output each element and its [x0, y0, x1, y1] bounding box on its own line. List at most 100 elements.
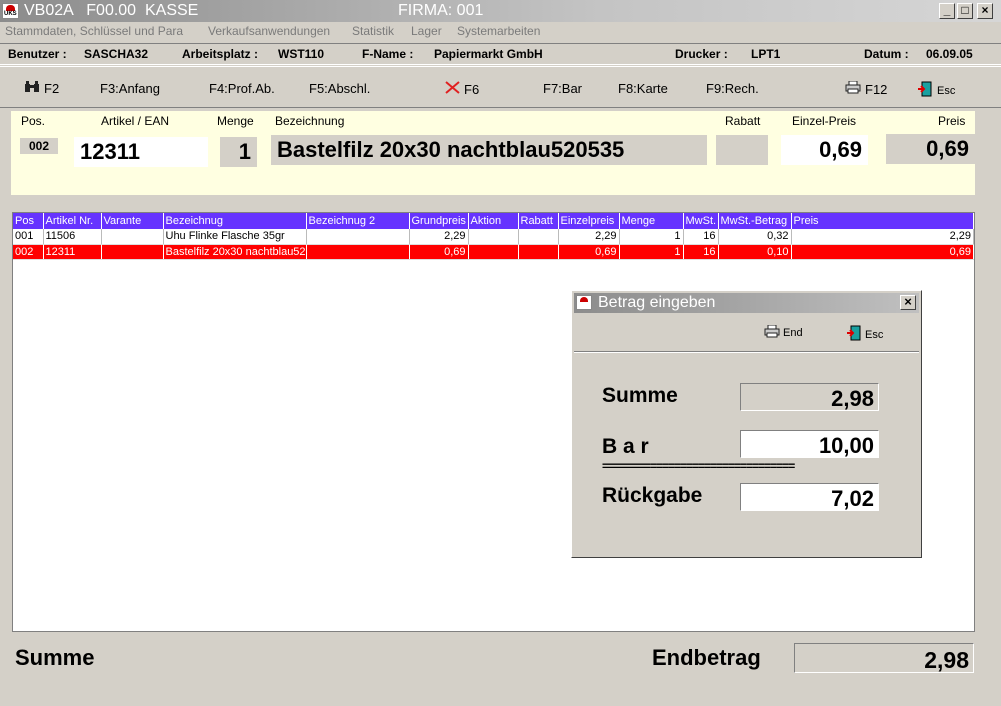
cell	[306, 244, 410, 260]
minimize-button[interactable]: _	[939, 3, 955, 19]
menu-stammdaten[interactable]: Stammdaten, Schlüssel und Para	[5, 24, 183, 38]
f12-label: F12	[865, 81, 888, 97]
col-mwst-betrag[interactable]: MwSt.-Betrag	[718, 213, 792, 229]
entry-panel: Pos. Artikel / EAN Menge Bezeichnung Rab…	[11, 111, 975, 195]
endbetrag-field: 2,98	[794, 643, 974, 673]
dialog-title-bar[interactable]: Betrag eingeben ×	[574, 293, 919, 313]
cell: 0,69	[791, 244, 974, 260]
cell: 11506	[43, 229, 102, 245]
maximize-button[interactable]: □	[957, 3, 973, 19]
cell: 1	[619, 229, 684, 245]
cell	[468, 244, 519, 260]
cell: 002	[13, 244, 44, 260]
col-preis[interactable]: Preis	[791, 213, 974, 229]
esc-label: Esc	[937, 84, 956, 97]
red-x-icon	[445, 81, 460, 97]
col-mwst[interactable]: MwSt.	[683, 213, 719, 229]
f8-karte-button[interactable]: F8:Karte	[618, 81, 668, 96]
exit-door-icon	[917, 81, 933, 100]
artikel-input[interactable]: 12311	[74, 137, 208, 167]
cell	[306, 229, 410, 245]
cell: 0,10	[718, 244, 792, 260]
menge-field[interactable]: 1	[220, 137, 257, 167]
col-bezeichnug[interactable]: Bezeichnug	[163, 213, 307, 229]
cell	[101, 229, 164, 245]
arbeitsplatz-value: WST110	[278, 47, 325, 61]
col-rabatt[interactable]: Rabatt	[518, 213, 559, 229]
binoculars-icon	[24, 81, 40, 96]
artikel-label: Artikel / EAN	[101, 114, 170, 128]
dialog-esc-label: Esc	[865, 328, 884, 341]
benutzer-label: Benutzer :	[8, 47, 67, 61]
f7-label: F7:Bar	[543, 81, 583, 96]
close-button[interactable]: ×	[977, 3, 993, 19]
f9-label: F9:Rech.	[706, 81, 759, 96]
f7-bar-button[interactable]: F7:Bar	[543, 81, 582, 96]
col-einzelpreis[interactable]: Einzelpreis	[558, 213, 620, 229]
menu-bar: Stammdaten, Schlüssel und Para Verkaufsa…	[0, 23, 1001, 41]
col-bezeichnug-2[interactable]: Bezeichnug 2	[306, 213, 410, 229]
f12-print-button[interactable]: F12	[845, 80, 888, 97]
pos-value: 002	[20, 138, 58, 154]
col-artikel-nr[interactable]: Artikel Nr.	[43, 213, 102, 229]
col-varante[interactable]: Varante	[101, 213, 164, 229]
firma-label: FIRMA: 001	[398, 2, 484, 19]
footer-summe-label: Summe	[15, 645, 95, 670]
dialog-end-button[interactable]: End	[764, 324, 803, 341]
f2-button[interactable]: F2	[24, 81, 59, 96]
rabatt-field[interactable]	[716, 135, 768, 165]
f5-label: F5:Abschl.	[309, 81, 371, 96]
grid-header: Pos Artikel Nr. Varante Bezeichnug Bezei…	[13, 213, 974, 229]
cell	[518, 229, 559, 245]
dialog-end-label: End	[783, 327, 803, 339]
table-row[interactable]: 001 11506 Uhu Flinke Flasche 35gr 2,29 2…	[13, 229, 974, 245]
printer-icon	[845, 80, 861, 97]
info-bar: Benutzer : SASCHA32 Arbeitsplatz : WST11…	[0, 43, 1001, 65]
col-grundpreis[interactable]: Grundpreis	[409, 213, 469, 229]
footer-endbetrag-label: Endbetrag	[652, 645, 761, 670]
f3-label: F3:Anfang	[100, 81, 160, 96]
pos-label: Pos.	[21, 114, 46, 128]
bar-input[interactable]: 10,00	[740, 430, 879, 458]
preis-label: Preis	[938, 114, 966, 128]
rueckgabe-field: 7,02	[740, 483, 879, 511]
preis-field: 0,69	[886, 134, 975, 164]
app-logo-icon	[2, 3, 19, 19]
f5-abschl-button[interactable]: F5:Abschl.	[309, 81, 370, 96]
f9-rech-button[interactable]: F9:Rech.	[706, 81, 759, 96]
f6-delete-button[interactable]: F6	[445, 81, 479, 97]
table-row-selected[interactable]: 002 12311 Bastelfilz 20x30 nachtblau52( …	[13, 244, 974, 260]
betrag-dialog: Betrag eingeben × End Esc Summe 2,98 B a…	[571, 290, 922, 558]
col-pos[interactable]: Pos	[13, 213, 44, 229]
rabatt-label: Rabatt	[725, 114, 761, 128]
cell: 2,29	[558, 229, 620, 245]
cell: 2,29	[409, 229, 469, 245]
window-title: VB02A F00.00 KASSE	[24, 2, 199, 19]
menu-lager[interactable]: Lager	[411, 24, 442, 38]
drucker-value: LPT1	[751, 47, 781, 61]
cell: 1	[619, 244, 684, 260]
menu-systemarbeiten[interactable]: Systemarbeiten	[457, 24, 540, 38]
esc-exit-button[interactable]: Esc	[917, 81, 955, 100]
f2-label: F2	[44, 81, 60, 96]
arbeitsplatz-label: Arbeitsplatz :	[182, 47, 259, 61]
f3-anfang-button[interactable]: F3:Anfang	[100, 81, 160, 96]
datum-value: 06.09.05	[926, 47, 973, 61]
menu-statistik[interactable]: Statistik	[352, 24, 394, 38]
cell: 2,29	[791, 229, 974, 245]
dialog-esc-button[interactable]: Esc	[846, 325, 883, 344]
fname-value: Papiermarkt GmbH	[434, 47, 543, 61]
dialog-rule: ================================	[602, 459, 795, 473]
cell: 0,69	[409, 244, 469, 260]
f4-prof-ab-button[interactable]: F4:Prof.Ab.	[209, 81, 275, 96]
cell: 16	[683, 229, 719, 245]
dialog-summe-label: Summe	[602, 384, 678, 407]
einzelpreis-field[interactable]: 0,69	[781, 135, 868, 165]
col-aktion[interactable]: Aktion	[468, 213, 519, 229]
dialog-close-button[interactable]: ×	[900, 295, 916, 310]
cell: 0,32	[718, 229, 792, 245]
cell	[101, 244, 164, 260]
menu-verkaufsanwendungen[interactable]: Verkaufsanwendungen	[208, 24, 330, 38]
col-menge[interactable]: Menge	[619, 213, 684, 229]
exit-door-icon	[846, 325, 862, 344]
